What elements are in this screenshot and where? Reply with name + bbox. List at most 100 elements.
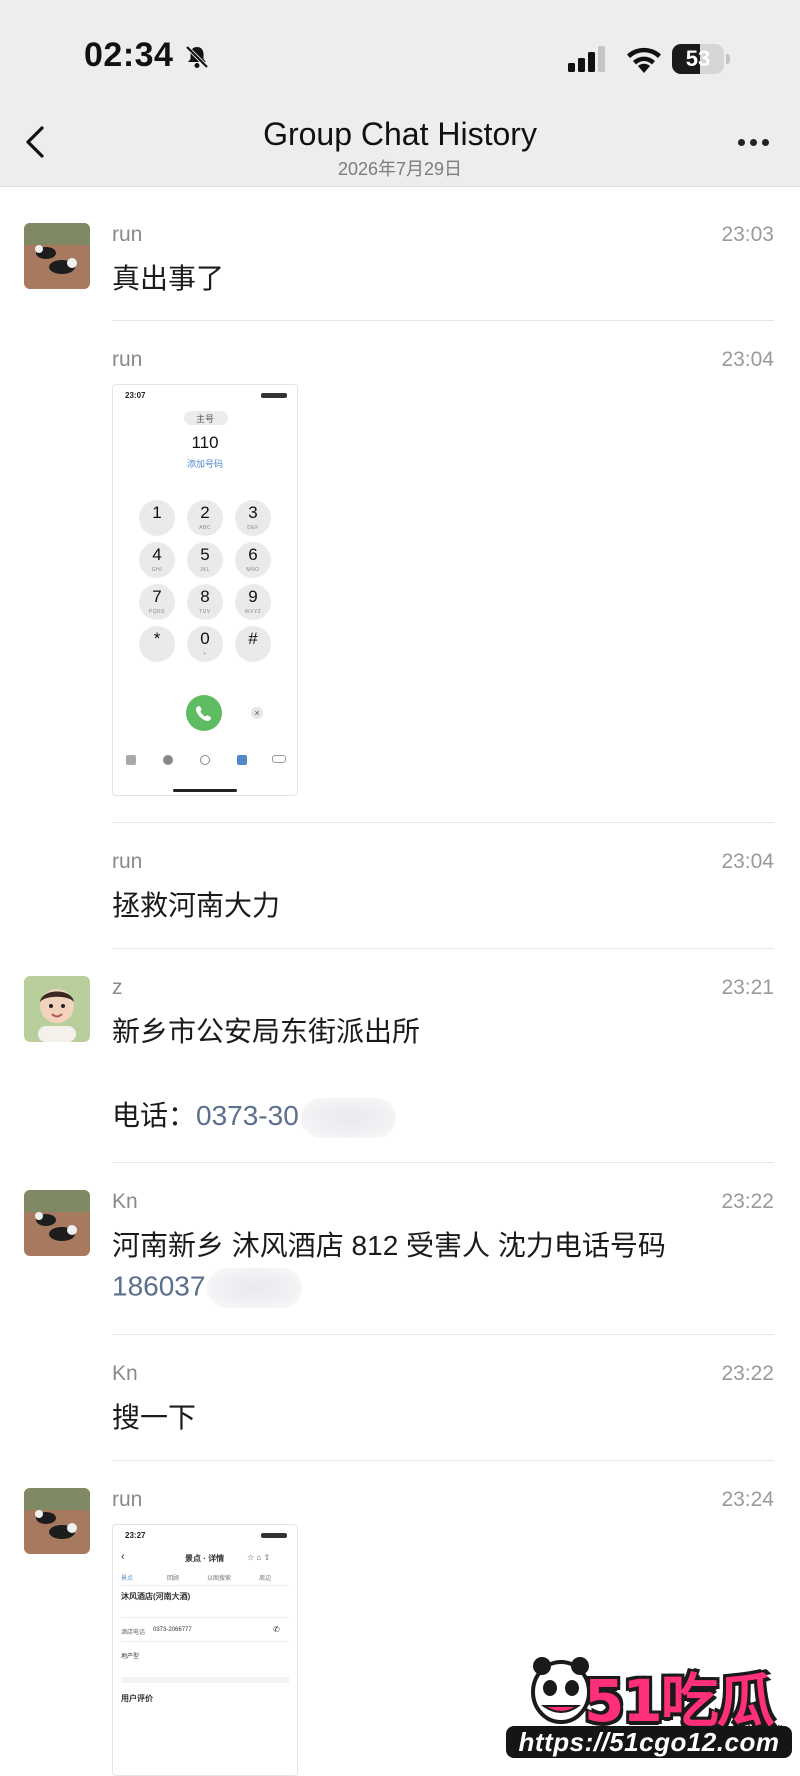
sender-name: run xyxy=(112,1488,143,1511)
message-text[interactable]: 新乡市公安局东街派出所 xyxy=(112,1010,420,1050)
hotel-back-icon: ‹ xyxy=(121,1551,125,1563)
dial-key: 9 WXYZ xyxy=(235,584,271,620)
dial-key-letters: JKL xyxy=(199,567,211,573)
watermark: 51吃瓜 全网首发 https://51cgo12.com xyxy=(506,1652,792,1760)
dial-key-letters: MNO xyxy=(246,567,260,573)
dial-key: 3 DEF xyxy=(235,500,271,536)
dial-key-digit: 9 xyxy=(248,587,258,606)
message-phone-line[interactable]: 186037 xyxy=(112,1268,303,1308)
dial-key: 6 MNO xyxy=(235,542,271,578)
dial-key-digit: # xyxy=(248,629,258,648)
dial-key-digit: 2 xyxy=(200,503,210,522)
dial-key: * xyxy=(139,626,175,662)
dial-key-letters: TUV xyxy=(199,609,211,615)
hotel-tel-label: 酒店电话 xyxy=(121,1630,146,1636)
phone-label: 电话： xyxy=(112,1100,197,1131)
message-item: Kn 23:22 搜一下 xyxy=(0,1334,800,1459)
message-item: z 23:21 新乡市公安局东街派出所 电话：0373-30 xyxy=(0,948,800,1160)
sender-name: Kn xyxy=(112,1362,138,1385)
avatar[interactable] xyxy=(24,976,90,1042)
status-bar: 02:34 53 xyxy=(0,0,800,104)
sender-name: run xyxy=(112,850,143,873)
hotel-section-label: 地产型 xyxy=(121,1654,140,1660)
dial-key-digit: 1 xyxy=(152,503,162,522)
hotel-tab: 以图搜索 xyxy=(207,1576,232,1582)
redaction-blur xyxy=(207,1268,303,1308)
message-text[interactable]: 拯救河南大力 xyxy=(112,884,280,924)
dial-key-digit: 8 xyxy=(200,587,210,606)
dial-key: 5 JKL xyxy=(187,542,223,578)
dial-key-letters: WXYZ xyxy=(244,609,262,615)
chat-date: 2026年7月29日 xyxy=(337,159,463,179)
battery-indicator: 53 xyxy=(672,44,730,74)
redaction-blur xyxy=(300,1097,396,1138)
sender-name: z xyxy=(112,976,123,999)
call-button xyxy=(186,695,222,731)
hotel-tab: 回顾 xyxy=(167,1576,180,1582)
dial-key: 2 ABC xyxy=(187,500,223,536)
hotel-reviews-label: 用户评价 xyxy=(121,1694,153,1703)
hotel-screenshot[interactable]: 23:27 ‹ 景点 · 详情 ☆ ⌂ ⇧ 景点 回顾 以图搜索 周边 沐风酒店… xyxy=(112,1524,298,1776)
dial-key-digit: 0 xyxy=(200,629,210,648)
dial-key-letters: PQRS xyxy=(148,609,166,615)
status-time: 02:34 xyxy=(84,36,174,74)
cellular-signal-icon xyxy=(568,46,605,72)
dial-key-letters: GHI xyxy=(151,567,163,573)
message-text[interactable]: 真出事了 xyxy=(112,257,224,297)
avatar[interactable] xyxy=(24,1190,90,1256)
message-time: 23:24 xyxy=(721,1488,774,1511)
dialer-screenshot[interactable]: 23:07 主号 110 添加号码 1 2 ABC 3 DEF 4 GHI 5 JKL 6 MNO 7… xyxy=(112,384,298,796)
message-time: 23:22 xyxy=(721,1190,774,1213)
dial-key-digit: 4 xyxy=(152,545,162,564)
dial-key-digit: 3 xyxy=(248,503,258,522)
hotel-name: 沐风酒店(河南大酒) xyxy=(121,1592,191,1601)
phone-number-link[interactable]: 0373-30 xyxy=(196,1100,299,1131)
dial-key-digit: 5 xyxy=(200,545,210,564)
more-options-icon[interactable] xyxy=(734,134,774,150)
dial-key-digit: 7 xyxy=(152,587,162,606)
hotel-tel: 0373-2066777 xyxy=(153,1627,192,1633)
delete-icon: × xyxy=(251,707,263,719)
page-title: Group Chat History xyxy=(263,116,537,152)
message-item: run 23:03 真出事了 xyxy=(0,193,800,315)
message-item: Kn 23:22 河南新乡 沐风酒店 812 受害人 沈力电话号码 186037 xyxy=(0,1162,800,1332)
avatar[interactable] xyxy=(24,223,90,289)
message-time: 23:22 xyxy=(721,1362,774,1385)
message-phone-line[interactable]: 电话：0373-30 xyxy=(112,1094,396,1138)
message-text[interactable]: 河南新乡 沐风酒店 812 受害人 沈力电话号码 xyxy=(112,1224,666,1264)
message-text[interactable]: 搜一下 xyxy=(112,1396,196,1436)
dialer-add-link: 添加号码 xyxy=(186,459,223,469)
dial-key: 8 TUV xyxy=(187,584,223,620)
dialer-tab-bar xyxy=(113,755,297,791)
dial-key-letters: ABC xyxy=(199,525,211,531)
hotel-phone-icon: ✆ xyxy=(273,1625,280,1634)
message-time: 23:03 xyxy=(721,223,774,246)
dial-key: 0 + xyxy=(187,626,223,662)
sender-name: Kn xyxy=(112,1190,138,1213)
nav-bar: Group Chat History 2026年7月29日 xyxy=(0,104,800,187)
sender-name: run xyxy=(112,348,143,371)
dialer-number: 110 xyxy=(191,433,219,452)
message-item: run 23:04 拯救河南大力 xyxy=(0,822,800,947)
dial-key: # xyxy=(235,626,271,662)
wifi-icon xyxy=(627,47,661,73)
dialer-sim-chip: 主号 xyxy=(195,414,214,424)
hotel-tab: 周边 xyxy=(259,1576,272,1582)
phone-number-link[interactable]: 186037 xyxy=(112,1270,205,1301)
watermark-url: https://51cgo12.com xyxy=(506,1726,792,1758)
dial-key-digit: * xyxy=(153,629,161,648)
avatar[interactable] xyxy=(24,1488,90,1554)
dial-key: 7 PQRS xyxy=(139,584,175,620)
bell-muted-icon xyxy=(185,45,209,69)
battery-percent: 53 xyxy=(685,46,711,71)
message-time: 23:04 xyxy=(721,348,774,371)
dial-key: 4 GHI xyxy=(139,542,175,578)
message-item: run 23:04 23:07 主号 110 添加号码 1 2 ABC 3 DEF 4 GH… xyxy=(0,320,800,820)
sender-name: run xyxy=(112,223,143,246)
hotel-tab: 景点 xyxy=(121,1576,134,1582)
screenshot-status-time: 23:27 xyxy=(125,1531,146,1540)
hotel-title: 景点 · 详情 xyxy=(185,1554,225,1563)
message-time: 23:21 xyxy=(721,976,774,999)
dial-key: 1 xyxy=(139,500,175,536)
message-time: 23:04 xyxy=(721,850,774,873)
